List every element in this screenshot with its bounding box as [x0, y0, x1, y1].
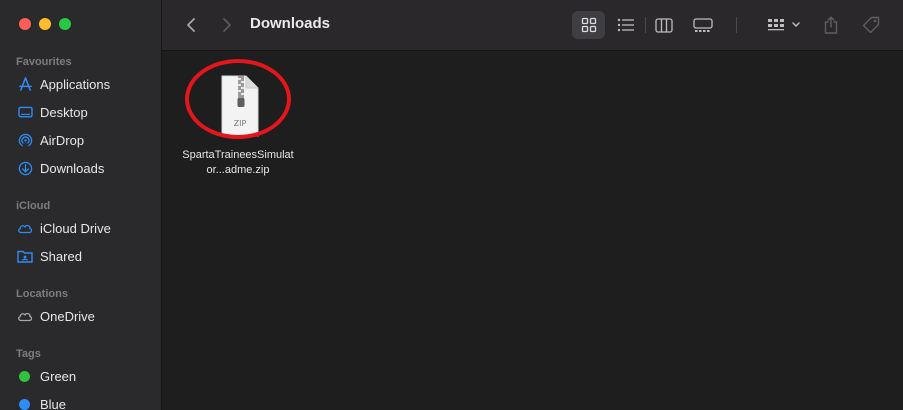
list-view-button[interactable]: [612, 11, 640, 39]
forward-button[interactable]: [216, 14, 238, 36]
sidebar-item-label: Blue: [40, 396, 67, 410]
file-area: ZIP SpartaTraineesSimulator...adme.zip: [162, 52, 903, 410]
gallery-view-button[interactable]: [688, 11, 718, 39]
file-item[interactable]: ZIP SpartaTraineesSimulator...adme.zip: [182, 72, 294, 178]
shared-folder-icon: [17, 248, 33, 264]
section-title-icloud: iCloud: [16, 200, 51, 212]
chevron-right-icon: [223, 18, 231, 32]
section-title-favourites: Favourites: [16, 56, 72, 68]
sidebar-item-label: AirDrop: [40, 132, 85, 148]
main-pane: Downloads ZIP SpartaTraineesSimulator...…: [162, 0, 903, 410]
cloud-icon: [17, 220, 33, 236]
downloads-icon: [17, 160, 33, 176]
icon-view-button[interactable]: [572, 11, 605, 39]
sidebar-item-label: OneDrive: [40, 308, 95, 324]
finder-window: Favourites Applications Desktop AirDrop …: [0, 0, 903, 410]
green-tag-dot-icon: [19, 370, 30, 382]
gallery-icon: [693, 17, 713, 32]
applications-icon: [17, 76, 33, 92]
section-title-tags: Tags: [16, 348, 41, 360]
sidebar-item-shared[interactable]: Shared: [10, 244, 154, 268]
blue-tag-dot-icon: [19, 398, 30, 410]
toolbar-separator: [645, 17, 646, 33]
window-title: Downloads: [250, 15, 331, 32]
share-button[interactable]: [818, 11, 844, 39]
window-controls: [19, 18, 71, 30]
sidebar-item-label: Green: [40, 368, 77, 384]
columns-icon: [655, 17, 673, 33]
file-type-label: ZIP: [233, 119, 247, 128]
zip-file-icon: ZIP: [208, 72, 268, 142]
group-icon: [768, 19, 800, 31]
section-title-locations: Locations: [16, 288, 68, 300]
tag-icon: [862, 16, 880, 34]
sidebar: Favourites Applications Desktop AirDrop …: [0, 0, 162, 410]
list-icon: [617, 18, 634, 32]
file-name: SpartaTraineesSimulator...adme.zip: [182, 149, 294, 176]
sidebar-item-label: Downloads: [40, 160, 105, 176]
zoom-button[interactable]: [59, 18, 71, 30]
share-icon: [824, 16, 838, 34]
sidebar-item-label: Applications: [40, 76, 111, 92]
sidebar-item-desktop[interactable]: Desktop: [10, 100, 154, 124]
minimize-button[interactable]: [39, 18, 51, 30]
tag-button[interactable]: [858, 11, 884, 39]
desktop-icon: [17, 104, 33, 120]
toolbar-separator: [736, 17, 737, 33]
chevron-left-icon: [187, 18, 195, 32]
toolbar: Downloads: [162, 0, 903, 51]
cloud-icon: [17, 308, 33, 324]
sidebar-item-tag-blue[interactable]: Blue: [10, 392, 154, 410]
group-by-button[interactable]: [764, 11, 806, 39]
sidebar-item-downloads[interactable]: Downloads: [10, 156, 154, 180]
column-view-button[interactable]: [650, 11, 678, 39]
sidebar-item-applications[interactable]: Applications: [10, 72, 154, 96]
sidebar-item-icloud-drive[interactable]: iCloud Drive: [10, 216, 154, 240]
sidebar-item-label: Shared: [40, 248, 82, 264]
sidebar-item-airdrop[interactable]: AirDrop: [10, 128, 154, 152]
grid-icon: [581, 17, 596, 33]
close-button[interactable]: [19, 18, 31, 30]
back-button[interactable]: [180, 14, 202, 36]
sidebar-item-label: iCloud Drive: [40, 220, 111, 236]
airdrop-icon: [17, 132, 33, 148]
sidebar-item-tag-green[interactable]: Green: [10, 364, 154, 388]
sidebar-item-onedrive[interactable]: OneDrive: [10, 304, 154, 328]
sidebar-item-label: Desktop: [40, 104, 88, 120]
